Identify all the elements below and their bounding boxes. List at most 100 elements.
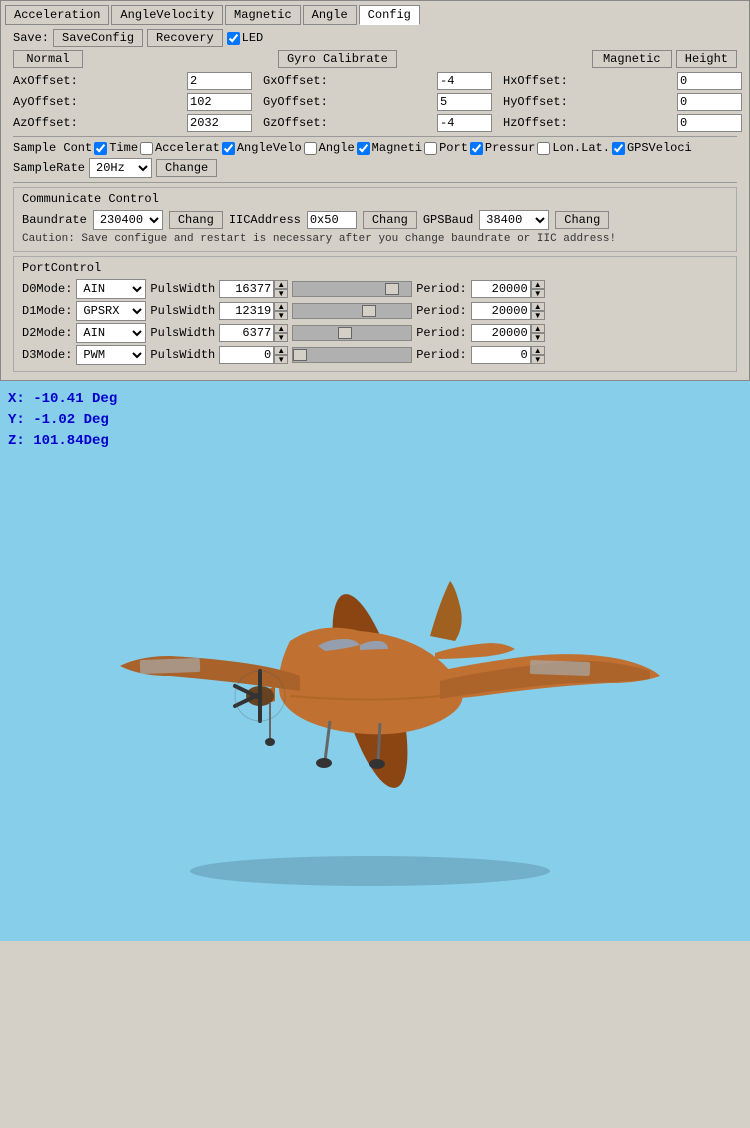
saveconfig-button[interactable]: SaveConfig [53, 29, 143, 47]
d2-slider-thumb[interactable] [338, 327, 352, 339]
caution-text: Caution: Save configue and restart is ne… [22, 233, 728, 245]
recovery-button[interactable]: Recovery [147, 29, 223, 47]
d2-pulswidth-input[interactable] [219, 324, 274, 342]
d2-mode-select[interactable]: AINGPSRXPWMGPSTX [76, 323, 146, 343]
tab-acceleration[interactable]: Acceleration [5, 5, 109, 25]
tab-bar: Acceleration AngleVelocity Magnetic Angl… [5, 5, 745, 25]
sample-rate-change-button[interactable]: Change [156, 159, 217, 177]
hx-offset-input[interactable] [677, 72, 742, 90]
gps-baud-select[interactable]: 9600 19200 38400 57600 115200 [479, 210, 549, 230]
d1-slider-track[interactable] [292, 303, 412, 319]
d0-period-input[interactable] [471, 280, 531, 298]
height-button[interactable]: Height [676, 50, 737, 68]
hy-offset-label: HyOffset: [503, 95, 671, 109]
tab-config[interactable]: Config [359, 5, 420, 25]
az-offset-input[interactable] [187, 114, 252, 132]
sample-port-cb[interactable]: Port [424, 141, 468, 155]
sample-cont-label: Sample Cont [13, 141, 92, 155]
iic-address-input[interactable] [307, 211, 357, 229]
d0-mode-select[interactable]: AINGPSRXPWMGPSTX [76, 279, 146, 299]
hz-offset-label: HzOffset: [503, 116, 671, 130]
d3-period-input[interactable] [471, 346, 531, 364]
tab-magnetic[interactable]: Magnetic [225, 5, 301, 25]
d0-period-up[interactable]: ▲ [531, 280, 545, 289]
sample-lonlat-cb[interactable]: Lon.Lat. [537, 141, 610, 155]
airplane-3d-model [60, 461, 680, 901]
coord-y: Y: -1.02 Deg [8, 410, 117, 431]
d1-spinner-up[interactable]: ▲ [274, 302, 288, 311]
gyro-calibrate-button[interactable]: Gyro Calibrate [278, 50, 397, 68]
d2-period-input[interactable] [471, 324, 531, 342]
iic-chang-button[interactable]: Chang [363, 211, 417, 229]
ay-offset-input[interactable] [187, 93, 252, 111]
led-checkbox-label[interactable]: LED [227, 31, 264, 45]
d2-period-down[interactable]: ▼ [531, 333, 545, 342]
offset-grid: AxOffset: GxOffset: HxOffset: AyOffset: … [13, 72, 737, 132]
sample-anglevelo-cb[interactable]: AngleVelo [222, 141, 302, 155]
d1-mode-select[interactable]: AINGPSRXPWMGPSTX [76, 301, 146, 321]
d3-spinner-up[interactable]: ▲ [274, 346, 288, 355]
d1-spinner-down[interactable]: ▼ [274, 311, 288, 320]
d0-period-btns: ▲ ▼ [531, 280, 545, 298]
baundrate-select[interactable]: 9600 19200 38400 57600 115200 230400 [93, 210, 163, 230]
coords-overlay: X: -10.41 Deg Y: -1.02 Deg Z: 101.84Deg [8, 389, 117, 452]
d0-slider-track[interactable] [292, 281, 412, 297]
d3-period-down[interactable]: ▼ [531, 355, 545, 364]
hy-offset-input[interactable] [677, 93, 742, 111]
led-label: LED [242, 31, 264, 45]
d2-slider-track[interactable] [292, 325, 412, 341]
gy-offset-input[interactable] [437, 93, 492, 111]
normal-button[interactable]: Normal [13, 50, 83, 68]
sample-rate-select[interactable]: 5Hz 10Hz 20Hz 50Hz 100Hz [89, 158, 152, 178]
hz-offset-input[interactable] [677, 114, 742, 132]
d3-slider-track[interactable] [292, 347, 412, 363]
d1-period-input[interactable] [471, 302, 531, 320]
d1-pulswidth-label: PulsWidth [150, 304, 215, 318]
d3-pulswidth-input[interactable] [219, 346, 274, 364]
sample-pressur-cb[interactable]: Pressur [470, 141, 535, 155]
d3-period-label: Period: [416, 348, 466, 362]
gz-offset-input[interactable] [437, 114, 492, 132]
d1-slider-thumb[interactable] [362, 305, 376, 317]
d3-mode-select[interactable]: AINGPSRXPWMGPSTX [76, 345, 146, 365]
d2-period-btns: ▲ ▼ [531, 324, 545, 342]
baundrate-chang-button[interactable]: Chang [169, 211, 223, 229]
sample-magneti-cb[interactable]: Magneti [357, 141, 422, 155]
ax-offset-input[interactable] [187, 72, 252, 90]
ay-offset-label: AyOffset: [13, 95, 181, 109]
d3-spinner-down[interactable]: ▼ [274, 355, 288, 364]
d0-spinner-down[interactable]: ▼ [274, 289, 288, 298]
tab-angle[interactable]: Angle [303, 5, 357, 25]
d3-slider-thumb[interactable] [293, 349, 307, 361]
magnetic-button[interactable]: Magnetic [592, 50, 672, 68]
d2-spinner-down[interactable]: ▼ [274, 333, 288, 342]
d2-period-up[interactable]: ▲ [531, 324, 545, 333]
d0-spinner-up[interactable]: ▲ [274, 280, 288, 289]
sample-accel-cb[interactable]: Accelerat [140, 141, 220, 155]
sample-time-cb[interactable]: Time [94, 141, 138, 155]
d1-period-btns: ▲ ▼ [531, 302, 545, 320]
led-checkbox[interactable] [227, 32, 240, 45]
d3-pulswidth-label: PulsWidth [150, 348, 215, 362]
d0-pulswidth-input[interactable] [219, 280, 274, 298]
sample-angle-cb[interactable]: Angle [304, 141, 355, 155]
gx-offset-input[interactable] [437, 72, 492, 90]
d1-period-up[interactable]: ▲ [531, 302, 545, 311]
gps-chang-button[interactable]: Chang [555, 211, 609, 229]
d1-spinner: ▲ ▼ [219, 302, 288, 320]
sample-gpsvelo-cb[interactable]: GPSVeloci [612, 141, 692, 155]
d3-spinner: ▲ ▼ [219, 346, 288, 364]
d1-spinner-btns: ▲ ▼ [274, 302, 288, 320]
tab-anglevelocity[interactable]: AngleVelocity [111, 5, 223, 25]
d1-label: D1Mode: [22, 304, 72, 318]
d1-period-down[interactable]: ▼ [531, 311, 545, 320]
d3-spinner-btns: ▲ ▼ [274, 346, 288, 364]
d0-period-down[interactable]: ▼ [531, 289, 545, 298]
d1-pulswidth-input[interactable] [219, 302, 274, 320]
d0-slider-thumb[interactable] [385, 283, 399, 295]
port-control-title: PortControl [22, 261, 728, 275]
gps-baud-label: GPSBaud [423, 213, 473, 227]
port-d2-row: D2Mode: AINGPSRXPWMGPSTX PulsWidth ▲ ▼ P… [22, 323, 728, 343]
d2-spinner-up[interactable]: ▲ [274, 324, 288, 333]
d3-period-up[interactable]: ▲ [531, 346, 545, 355]
